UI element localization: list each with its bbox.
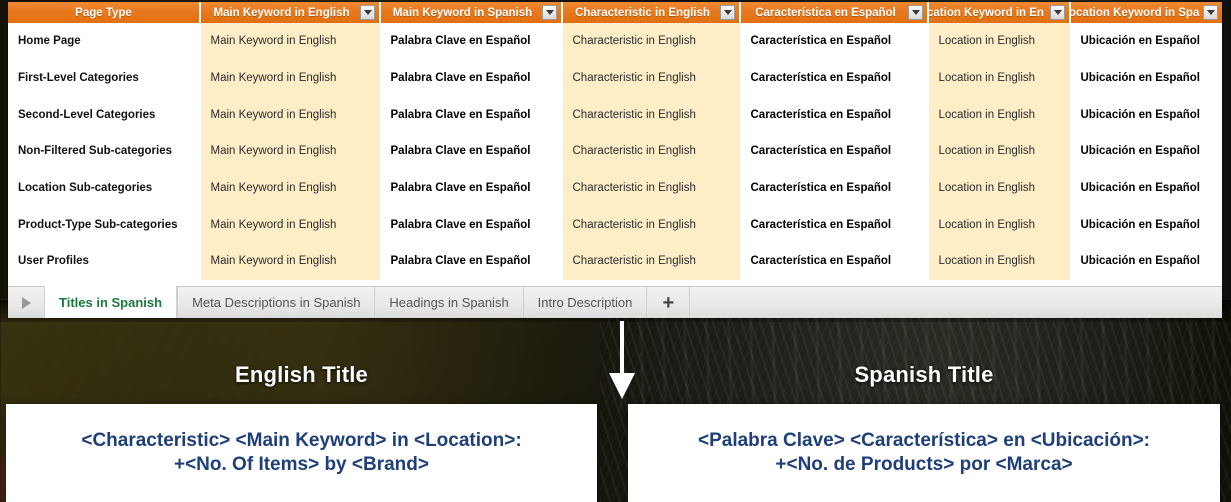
column-header-location-keyword-spanish[interactable]: ocation Keyword in Spa (1070, 2, 1222, 23)
cell-location-en[interactable]: Location in English (928, 243, 1071, 280)
cell-page-type[interactable]: Home Page (8, 23, 201, 60)
table-row[interactable]: Home Page Main Keyword in English Palabr… (8, 23, 1222, 60)
screenshot-root: Page Type Main Keyword in English Main K… (0, 0, 1231, 502)
cell-location-es[interactable]: Ubicación en Español (1070, 59, 1222, 97)
column-header-label: Main Keyword in Spanish (392, 6, 533, 19)
column-header-page-type[interactable]: Page Type (8, 2, 201, 23)
cell-main-keyword-es[interactable]: Palabra Clave en Español (380, 59, 563, 97)
cell-page-type[interactable]: Second-Level Categories (8, 96, 201, 134)
column-header-label: cation Keyword in En (928, 6, 1044, 19)
filter-dropdown-icon[interactable] (1050, 5, 1065, 20)
english-title-heading: English Title (235, 362, 368, 387)
cell-characteristic-en[interactable]: Characteristic in English (562, 206, 741, 244)
spreadsheet-panel: Page Type Main Keyword in English Main K… (8, 2, 1222, 318)
cell-characteristic-en[interactable]: Characteristic in English (562, 23, 741, 60)
cell-location-es[interactable]: Ubicación en Español (1070, 133, 1222, 170)
arrow-down-icon (609, 321, 635, 401)
filter-dropdown-icon[interactable] (360, 5, 375, 20)
cell-location-es[interactable]: Ubicación en Español (1070, 206, 1222, 244)
arrow-stem (620, 321, 624, 376)
cell-location-en[interactable]: Location in English (928, 59, 1071, 97)
spreadsheet-viewport[interactable]: Page Type Main Keyword in English Main K… (8, 2, 1222, 318)
cell-characteristic-es[interactable]: Característica en Español (740, 133, 929, 170)
cell-location-en[interactable]: Location in English (928, 96, 1071, 134)
column-header-location-keyword-english[interactable]: cation Keyword in En (928, 2, 1071, 23)
tab-bar-empty-space (690, 287, 1222, 318)
cell-main-keyword-es[interactable]: Palabra Clave en Español (380, 243, 563, 280)
column-header-label: Main Keyword in English (213, 6, 350, 19)
table-row[interactable]: Product-Type Sub-categories Main Keyword… (8, 206, 1222, 244)
sheet-tab-bar: Titles in Spanish Meta Descriptions in S… (8, 286, 1222, 318)
column-header-main-keyword-english[interactable]: Main Keyword in English (200, 2, 381, 23)
cell-page-type[interactable]: Product-Type Sub-categories (8, 206, 201, 244)
cell-characteristic-es[interactable]: Característica en Español (740, 96, 929, 134)
table-row[interactable]: First-Level Categories Main Keyword in E… (8, 59, 1222, 97)
cell-location-es[interactable]: Ubicación en Español (1070, 96, 1222, 134)
table-row[interactable]: Location Sub-categories Main Keyword in … (8, 169, 1222, 207)
filter-dropdown-icon[interactable] (720, 5, 735, 20)
english-title-template-text: <Characteristic> <Main Keyword> in <Loca… (81, 430, 522, 475)
cell-characteristic-es[interactable]: Característica en Español (740, 23, 929, 60)
cell-characteristic-en[interactable]: Characteristic in English (562, 243, 741, 280)
cell-location-en[interactable]: Location in English (928, 169, 1071, 207)
cell-characteristic-es[interactable]: Característica en Español (740, 243, 929, 280)
filter-dropdown-icon[interactable] (908, 5, 923, 20)
table-row[interactable]: Non-Filtered Sub-categories Main Keyword… (8, 133, 1222, 170)
column-header-characteristic-english[interactable]: Characteristic in English (562, 2, 741, 23)
table-row[interactable]: User Profiles Main Keyword in English Pa… (8, 243, 1222, 280)
spanish-title-heading: Spanish Title (854, 362, 994, 387)
cell-characteristic-en[interactable]: Characteristic in English (562, 59, 741, 97)
cell-main-keyword-en[interactable]: Main Keyword in English (200, 243, 381, 280)
tab-scroll-right-icon[interactable] (8, 287, 44, 318)
table-header: Page Type Main Keyword in English Main K… (8, 2, 1222, 23)
keyword-matrix-table: Page Type Main Keyword in English Main K… (8, 2, 1222, 280)
cell-characteristic-es[interactable]: Característica en Español (740, 206, 929, 244)
cell-main-keyword-es[interactable]: Palabra Clave en Español (380, 23, 563, 60)
cell-main-keyword-en[interactable]: Main Keyword in English (200, 169, 381, 207)
tab-titles-in-spanish[interactable]: Titles in Spanish (44, 286, 178, 318)
cell-main-keyword-es[interactable]: Palabra Clave en Español (380, 206, 563, 244)
cell-characteristic-en[interactable]: Characteristic in English (562, 96, 741, 134)
cell-location-en[interactable]: Location in English (928, 133, 1071, 170)
cell-page-type[interactable]: Location Sub-categories (8, 169, 201, 207)
tab-intro-description[interactable]: Intro Description (522, 287, 647, 318)
cell-main-keyword-es[interactable]: Palabra Clave en Español (380, 169, 563, 207)
cell-main-keyword-es[interactable]: Palabra Clave en Español (380, 96, 563, 134)
column-header-label: Característica en Español (755, 6, 896, 19)
spanish-title-template-box: <Palabra Clave> <Característica> en <Ubi… (628, 404, 1220, 502)
cell-page-type[interactable]: Non-Filtered Sub-categories (8, 133, 201, 170)
english-title-template-box: <Characteristic> <Main Keyword> in <Loca… (6, 404, 597, 502)
cell-characteristic-en[interactable]: Characteristic in English (562, 169, 741, 207)
column-header-label: Page Type (75, 6, 132, 19)
cell-location-es[interactable]: Ubicación en Español (1070, 169, 1222, 207)
column-header-label: Characteristic in English (575, 6, 710, 19)
column-header-label: ocation Keyword in Spa (1070, 6, 1200, 19)
cell-main-keyword-en[interactable]: Main Keyword in English (200, 133, 381, 170)
cell-main-keyword-en[interactable]: Main Keyword in English (200, 96, 381, 134)
column-header-caracteristica-espanol[interactable]: Característica en Español (740, 2, 929, 23)
cell-main-keyword-en[interactable]: Main Keyword in English (200, 206, 381, 244)
spanish-title-template-text: <Palabra Clave> <Característica> en <Ubi… (697, 430, 1151, 475)
filter-dropdown-icon[interactable] (542, 5, 557, 20)
table-body: Home Page Main Keyword in English Palabr… (8, 23, 1222, 280)
cell-location-en[interactable]: Location in English (928, 206, 1071, 244)
cell-location-es[interactable]: Ubicación en Español (1070, 23, 1222, 60)
cell-main-keyword-en[interactable]: Main Keyword in English (200, 59, 381, 97)
column-header-main-keyword-spanish[interactable]: Main Keyword in Spanish (380, 2, 563, 23)
cell-location-es[interactable]: Ubicación en Español (1070, 243, 1222, 280)
cell-main-keyword-es[interactable]: Palabra Clave en Español (380, 133, 563, 170)
header-row: Page Type Main Keyword in English Main K… (8, 2, 1222, 23)
filter-dropdown-icon[interactable] (1203, 5, 1218, 20)
add-sheet-button[interactable]: + (646, 287, 691, 318)
cell-main-keyword-en[interactable]: Main Keyword in English (200, 23, 381, 60)
cell-location-en[interactable]: Location in English (928, 23, 1071, 60)
table-row[interactable]: Second-Level Categories Main Keyword in … (8, 96, 1222, 134)
cell-characteristic-en[interactable]: Characteristic in English (562, 133, 741, 170)
cell-characteristic-es[interactable]: Característica en Español (740, 59, 929, 97)
cell-page-type[interactable]: User Profiles (8, 243, 201, 280)
cell-characteristic-es[interactable]: Característica en Español (740, 169, 929, 207)
tab-meta-descriptions-in-spanish[interactable]: Meta Descriptions in Spanish (177, 287, 374, 318)
cell-page-type[interactable]: First-Level Categories (8, 59, 201, 97)
tab-headings-in-spanish[interactable]: Headings in Spanish (374, 287, 522, 318)
